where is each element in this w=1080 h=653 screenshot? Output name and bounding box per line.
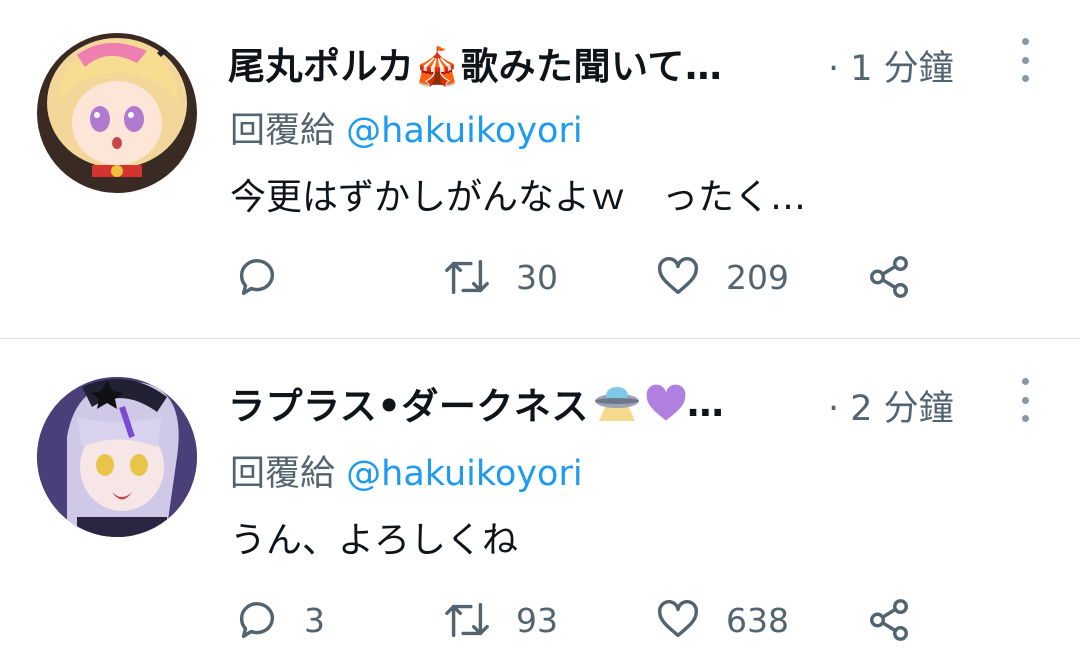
ufo-icon	[593, 383, 641, 423]
heart-icon	[658, 257, 698, 295]
reply-handle-link[interactable]: @hakuikoyori	[346, 454, 582, 494]
action-bar: 3 93 638	[230, 595, 930, 645]
like-button[interactable]: 209	[654, 252, 789, 302]
reply-prefix: 回覆給	[230, 111, 336, 151]
retweet-icon	[445, 602, 489, 638]
tweet[interactable]: 尾丸ポルカ🎪歌みた聞いて… · 1 分鐘 回覆給 @hakuikoyori 今更…	[0, 0, 1080, 339]
retweet-count: 93	[516, 600, 558, 640]
timestamp[interactable]: · 1 分鐘	[828, 40, 954, 91]
author-name[interactable]: ラプラス•ダークネス …	[228, 376, 724, 430]
action-bar: 30 209	[230, 252, 930, 302]
tweet-header: ラプラス•ダークネス … · 2 分鐘	[228, 372, 1040, 432]
like-count: 638	[726, 600, 789, 640]
share-icon	[870, 256, 908, 298]
reply-count: 3	[304, 600, 325, 640]
more-options-icon[interactable]	[1010, 38, 1040, 82]
reply-prefix: 回覆給	[230, 454, 336, 494]
replying-to: 回覆給 @hakuikoyori	[230, 445, 583, 496]
reply-button[interactable]	[234, 252, 304, 302]
author-name-text: ラプラス•ダークネス	[228, 385, 589, 428]
retweet-icon	[445, 259, 489, 295]
avatar[interactable]	[37, 377, 197, 537]
reply-icon	[239, 259, 275, 296]
reply-icon	[239, 602, 275, 639]
share-icon	[870, 599, 908, 641]
tweet-header: 尾丸ポルカ🎪歌みた聞いて… · 1 分鐘	[228, 32, 1040, 92]
heart-icon	[658, 600, 698, 638]
retweet-button[interactable]: 93	[442, 595, 558, 645]
tweet[interactable]: ラプラス•ダークネス … · 2 分鐘 回覆給 @hakuikoyori うん、…	[0, 339, 1080, 653]
retweet-count: 30	[516, 257, 558, 297]
tweet-text: 今更はずかしがんなよｗ ったく…	[230, 177, 807, 218]
author-name-ellipsis: …	[686, 381, 725, 425]
more-options-icon[interactable]	[1010, 378, 1040, 422]
replying-to: 回覆給 @hakuikoyori	[230, 102, 583, 153]
author-name-text: 尾丸ポルカ🎪歌みた聞いて…	[228, 45, 723, 88]
reply-handle-link[interactable]: @hakuikoyori	[346, 111, 582, 151]
like-count: 209	[726, 257, 789, 297]
reply-button[interactable]: 3	[234, 595, 325, 645]
purple-heart-icon	[645, 383, 687, 423]
author-name[interactable]: 尾丸ポルカ🎪歌みた聞いて…	[228, 36, 722, 90]
avatar[interactable]	[37, 33, 197, 193]
share-button[interactable]	[866, 252, 912, 302]
share-button[interactable]	[866, 595, 912, 645]
retweet-button[interactable]: 30	[442, 252, 558, 302]
like-button[interactable]: 638	[654, 595, 789, 645]
timestamp[interactable]: · 2 分鐘	[828, 380, 954, 431]
tweet-text: うん、よろしくね	[230, 520, 519, 561]
